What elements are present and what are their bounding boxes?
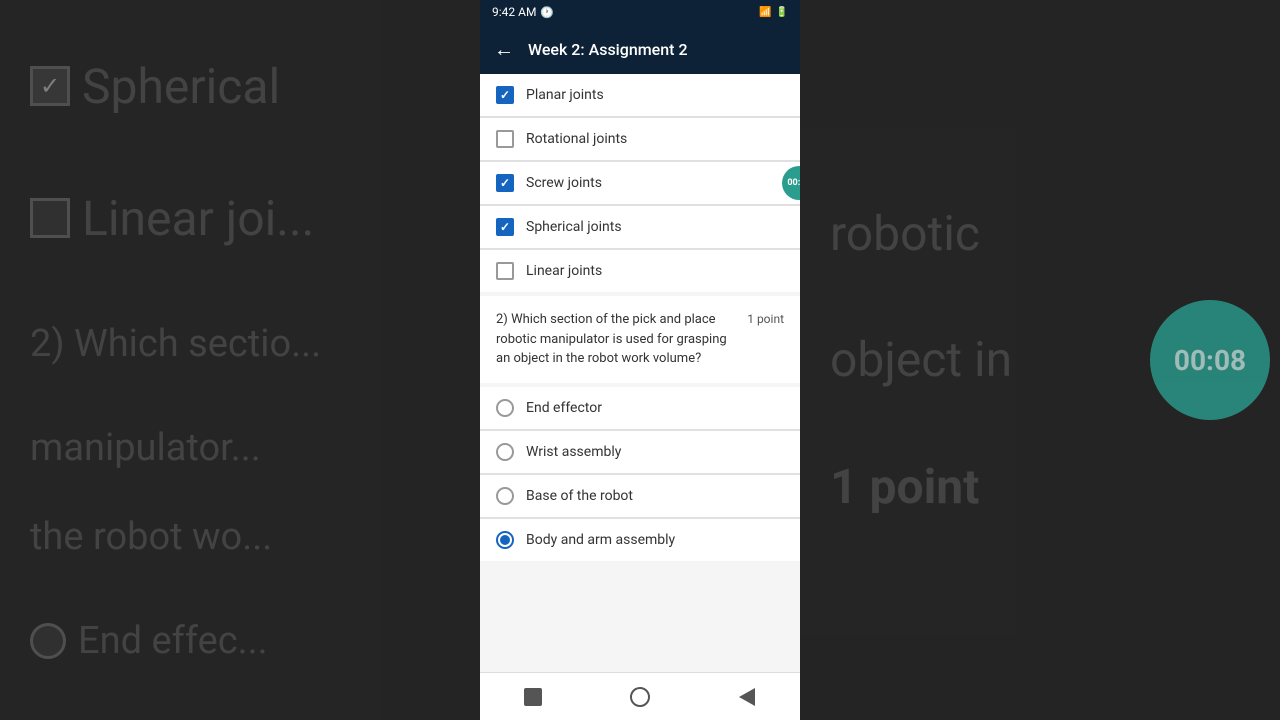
checkbox-screw[interactable] xyxy=(496,174,514,192)
checkbox-section: Planar joints Rotational joints Screw jo… xyxy=(480,74,800,292)
checkbox-label-linear: Linear joints xyxy=(526,263,602,279)
status-bar: 9:42 AM 🕐 📶 🔋 xyxy=(480,0,800,24)
checkbox-linear[interactable] xyxy=(496,262,514,280)
bg-label-spherical: Spherical xyxy=(82,58,280,115)
phone-frame: 9:42 AM 🕐 📶 🔋 ← Week 2: Assignment 2 Pla… xyxy=(480,0,800,720)
bg-question-text: 2) Which sectio... xyxy=(30,322,450,366)
bg-radio-1 xyxy=(30,623,66,659)
checkbox-item-linear[interactable]: Linear joints xyxy=(480,250,800,292)
question-2-section: 2) Which section of the pick and place r… xyxy=(480,296,800,383)
bg-right-robotic: robotic xyxy=(830,205,1250,262)
radio-base-robot[interactable] xyxy=(496,487,514,505)
bg-left: ✓ Spherical Linear joi... 2) Which secti… xyxy=(0,0,480,720)
nav-stop-button[interactable] xyxy=(522,686,544,708)
radio-item-wrist-assembly[interactable]: Wrist assembly xyxy=(480,431,800,474)
checkbox-item-planar[interactable]: Planar joints xyxy=(480,74,800,117)
back-button[interactable]: ← xyxy=(494,37,514,62)
radio-item-end-effector[interactable]: End effector xyxy=(480,387,800,430)
radio-body-arm[interactable] xyxy=(496,531,514,549)
radio-end-effector[interactable] xyxy=(496,399,514,417)
question-2-row: 2) Which section of the pick and place r… xyxy=(496,310,784,369)
bg-checkbox-2 xyxy=(30,198,70,238)
nav-home-button[interactable] xyxy=(629,686,651,708)
question-2-text: 2) Which section of the pick and place r… xyxy=(496,310,739,369)
checkbox-label-screw: Screw joints xyxy=(526,175,602,191)
status-time: 9:42 AM xyxy=(492,5,536,19)
checkbox-label-spherical: Spherical joints xyxy=(526,219,622,235)
radio-item-base-robot[interactable]: Base of the robot xyxy=(480,475,800,518)
radio-label-base-robot: Base of the robot xyxy=(526,488,633,504)
bg-checkbox-1: ✓ xyxy=(30,66,70,106)
nav-back-button[interactable] xyxy=(736,686,758,708)
checkbox-item-spherical[interactable]: Spherical joints xyxy=(480,206,800,249)
bg-row-2: Linear joi... xyxy=(30,190,450,247)
checkbox-item-rotational[interactable]: Rotational joints xyxy=(480,118,800,161)
question-2-points: 1 point xyxy=(747,312,784,326)
radio-label-wrist-assembly: Wrist assembly xyxy=(526,444,621,460)
header-title: Week 2: Assignment 2 xyxy=(528,40,688,59)
checkbox-item-screw[interactable]: Screw joints xyxy=(480,162,800,205)
bg-row-1: ✓ Spherical xyxy=(30,58,450,115)
radio-label-body-arm: Body and arm assembly xyxy=(526,532,675,548)
status-left: 9:42 AM 🕐 xyxy=(492,5,554,19)
checkbox-planar[interactable] xyxy=(496,86,514,104)
radio-wrist-assembly[interactable] xyxy=(496,443,514,461)
status-right: 📶 🔋 xyxy=(759,7,788,18)
question-2-body: Which section of the pick and place robo… xyxy=(496,312,727,366)
content-area[interactable]: Planar joints Rotational joints Screw jo… xyxy=(480,74,800,672)
bg-label-linear: Linear joi... xyxy=(82,190,314,247)
checkbox-label-rotational: Rotational joints xyxy=(526,131,627,147)
checkbox-spherical[interactable] xyxy=(496,218,514,236)
bg-robot-work: the robot wo... xyxy=(30,515,450,559)
radio-label-end-effector: End effector xyxy=(526,400,602,416)
bg-right-point: 1 point xyxy=(830,458,1250,515)
home-icon xyxy=(630,687,650,707)
radio-section: End effector Wrist assembly Base of the … xyxy=(480,387,800,561)
bg-right-blank xyxy=(830,55,1250,135)
bg-right-blank2 xyxy=(830,585,1250,665)
radio-item-body-arm[interactable]: Body and arm assembly xyxy=(480,519,800,561)
checkbox-list: Planar joints Rotational joints Screw jo… xyxy=(480,74,800,292)
bg-row-end: End effec... xyxy=(30,619,450,663)
question-2-number: 2) xyxy=(496,312,511,327)
alarm-icon: 🕐 xyxy=(540,6,554,19)
checkbox-label-planar: Planar joints xyxy=(526,87,604,103)
stop-icon xyxy=(524,688,542,706)
nav-bar xyxy=(480,672,800,720)
app-header: ← Week 2: Assignment 2 xyxy=(480,24,800,74)
battery-icon: 🔋 xyxy=(776,7,788,18)
checkbox-rotational[interactable] xyxy=(496,130,514,148)
bg-manipulator: manipulator... xyxy=(30,426,450,470)
back-nav-icon xyxy=(739,688,755,706)
sim-icon: 📶 xyxy=(759,7,771,18)
bg-timer-circle: 00:08 xyxy=(1150,300,1270,420)
